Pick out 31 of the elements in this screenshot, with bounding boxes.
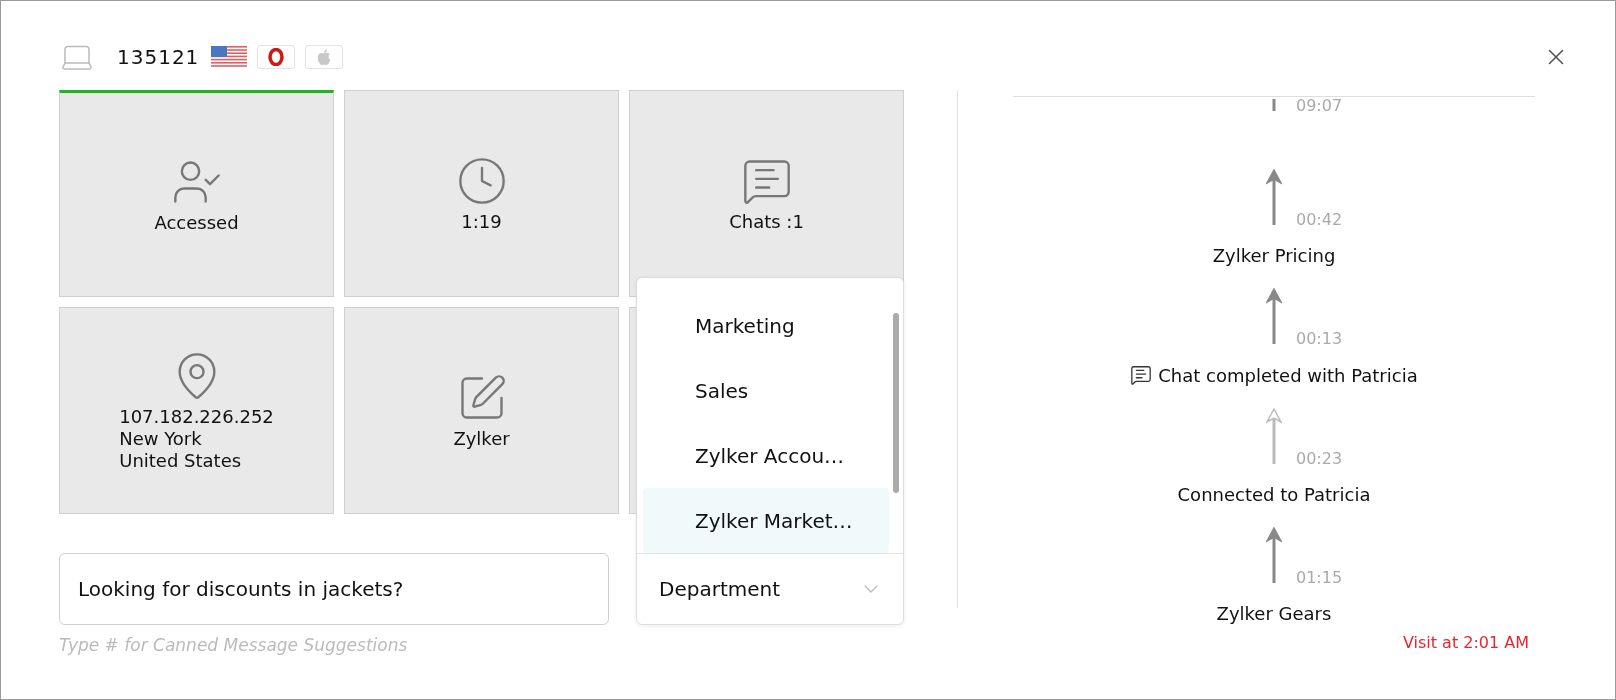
dropdown-option[interactable]: Zylker Market…	[643, 488, 889, 553]
timeline-event: Connected to Patricia	[1177, 484, 1371, 505]
step-duration: 09:07	[1295, 97, 1344, 115]
step-duration: 01:15	[1295, 569, 1344, 587]
flag-icon	[211, 46, 248, 68]
dropdown-option[interactable]: Sales	[643, 358, 889, 423]
dropdown-option[interactable]: Zylker Accou…	[643, 423, 889, 488]
timeline-event: Chat completed with Patricia	[1158, 364, 1418, 386]
timeline-event: Zylker Pricing	[1212, 245, 1336, 266]
step-duration: 00:42	[1295, 211, 1344, 229]
tile-label: Zylker	[453, 427, 510, 449]
visit-time: Visit at 2:01 AM	[1401, 633, 1530, 652]
scrollbar[interactable]	[893, 313, 899, 493]
helper-text: Type # for Canned Message Suggestions	[59, 635, 409, 655]
tile-label: Chats :1	[729, 210, 804, 232]
tile-label: Accessed	[154, 211, 239, 233]
apple-icon	[317, 48, 332, 66]
step-duration: 00:23	[1295, 450, 1344, 468]
timeline-event: Zylker Gears	[1216, 603, 1332, 624]
department-select[interactable]: Department	[637, 553, 903, 624]
ring-icon	[268, 48, 285, 66]
tile-label: 107.182.226.252	[119, 405, 274, 427]
department-label: Department	[659, 577, 781, 601]
step-duration: 00:13	[1295, 330, 1344, 348]
tile-label: 1:19	[461, 210, 502, 232]
chat-icon	[1130, 364, 1153, 386]
message-field[interactable]: Looking for discounts in jackets?	[59, 553, 609, 625]
tile-label: United States	[119, 449, 242, 471]
visitor-id: 135121	[117, 45, 200, 69]
dropdown-option[interactable]: Marketing	[643, 293, 889, 358]
tile-label: New York	[119, 427, 202, 449]
